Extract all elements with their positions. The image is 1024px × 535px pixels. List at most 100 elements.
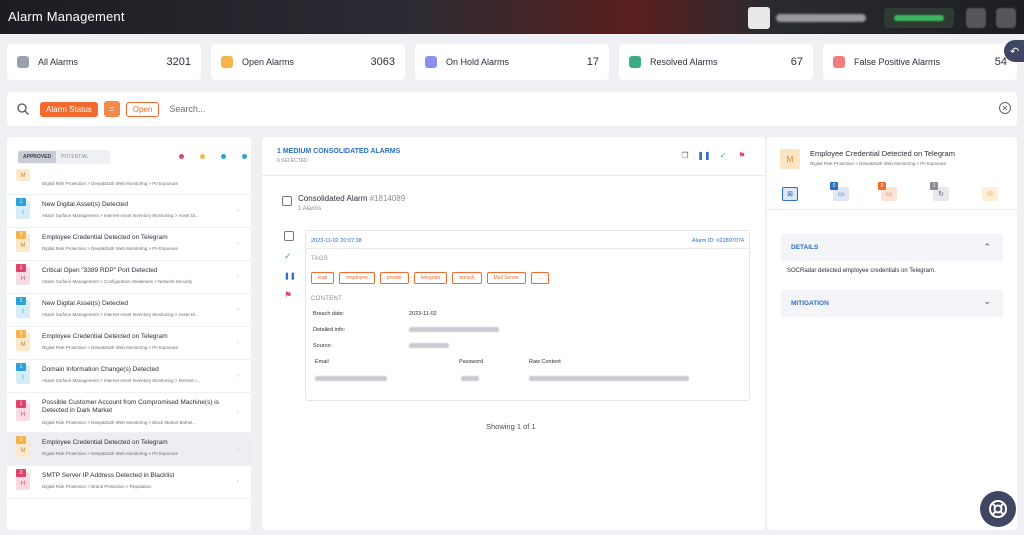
details-accordion[interactable]: DETAILS ⌃: [781, 234, 1003, 261]
top-bar: Alarm Management: [0, 0, 1024, 34]
tag[interactable]: telegram: [413, 272, 448, 284]
chevron-right-icon: ›: [237, 208, 239, 214]
tag[interactable]: private: [379, 272, 409, 284]
alarm-path: Digital Risk Protection > Brand Protecti…: [42, 484, 152, 489]
list-item-selected[interactable]: M 1 Employee Credential Detected on Tele…: [7, 433, 251, 466]
comment-count-badge: 0: [830, 182, 838, 190]
severity-dot-medium[interactable]: [200, 154, 205, 159]
alarm-title: SMTP Server IP Address Detected in Black…: [42, 472, 175, 479]
column-header-password: Password: [459, 359, 484, 365]
chevron-right-icon: ›: [237, 446, 239, 452]
source-row: Source:: [313, 343, 449, 349]
false-positive-icon[interactable]: ⚑: [284, 290, 296, 301]
stat-on-hold-alarms[interactable]: On Hold Alarms 17: [415, 44, 609, 80]
list-item[interactable]: M 5 Employee Credential Detected on Tele…: [7, 327, 251, 360]
alarm-path: Digital Risk Protection > Deep&Dark Web …: [42, 181, 178, 186]
severity-dot-low[interactable]: [221, 154, 226, 159]
stat-count: 67: [790, 56, 803, 68]
content-label: CONTENT: [311, 296, 343, 302]
user-name-redacted: [776, 14, 866, 22]
status-swatch-icon: [425, 56, 437, 68]
detailed-info-row: Detailed info:: [313, 327, 499, 333]
severity-dot-info[interactable]: [242, 154, 247, 159]
details-icon[interactable]: ⊠: [782, 187, 798, 201]
resolve-check-icon[interactable]: ✓: [718, 150, 728, 160]
alarm-path: Digital Risk Protection > Deep&Dark Web …: [42, 246, 178, 251]
alarm-title: New Digital Asset(s) Detected: [42, 201, 128, 208]
filter-value-chip[interactable]: Open: [125, 101, 160, 117]
consolidated-alarm-panel: 1 MEDIUM CONSOLIDATED ALARMS 0 SELECTED …: [262, 137, 765, 530]
selected-count: 0 SELECTED: [277, 158, 308, 164]
help-lifebuoy-icon[interactable]: [980, 491, 1016, 527]
stat-label: All Alarms: [38, 57, 79, 67]
severity-dot-high[interactable]: [179, 154, 184, 159]
consolidated-count: 1 Alarms: [298, 206, 322, 212]
filter-field-chip[interactable]: Alarm Status: [40, 101, 98, 117]
profile-icon[interactable]: [996, 8, 1016, 28]
severity-badge: M: [16, 169, 30, 181]
row-checkbox[interactable]: [284, 231, 294, 241]
count-badge: 1: [16, 436, 26, 444]
stat-all-alarms[interactable]: All Alarms 3201: [7, 44, 201, 80]
list-item[interactable]: H 1 Possible Customer Account from Compr…: [7, 393, 251, 433]
count-badge: 1: [16, 400, 26, 408]
status-swatch-icon: [833, 56, 845, 68]
list-item[interactable]: H 1 Critical Open "3389 RDP" Port Detect…: [7, 261, 251, 294]
list-item[interactable]: I 1 New Digital Asset(s) Detected Attack…: [7, 195, 251, 228]
tag[interactable]: breach: [452, 272, 482, 284]
tag[interactable]: employee: [339, 272, 375, 284]
stat-resolved-alarms[interactable]: Resolved Alarms 67: [619, 44, 813, 80]
approval-toggle: APPROVED POTENTIAL: [18, 150, 110, 164]
more-tags-button[interactable]: ...: [530, 272, 550, 284]
breach-date-row: Breach date: 2023-11-02: [313, 311, 437, 317]
tags-label: TAGS: [311, 256, 329, 262]
list-item[interactable]: I 1 Domain Information Change(s) Detecte…: [7, 360, 251, 393]
list-item[interactable]: M 2 Employee Credential Detected on Tele…: [7, 228, 251, 261]
stat-label: Open Alarms: [242, 57, 295, 67]
divider: [306, 248, 751, 249]
status-swatch-icon: [629, 56, 641, 68]
alarm-title: Possible Customer Account from Compromis…: [42, 399, 220, 414]
tag[interactable]: leak: [311, 272, 335, 284]
clear-search-icon[interactable]: ✕: [999, 102, 1011, 114]
status-swatch-icon: [221, 56, 233, 68]
undo-icon[interactable]: ↶: [1004, 40, 1024, 62]
stat-count: 17: [586, 56, 599, 68]
email-value-redacted: [315, 376, 387, 381]
status-text-redacted: [894, 15, 944, 21]
status-indicator[interactable]: [884, 8, 954, 28]
stat-open-alarms[interactable]: Open Alarms 3063: [211, 44, 405, 80]
list-item[interactable]: H 2 SMTP Server IP Address Detected in B…: [7, 466, 251, 499]
pause-icon[interactable]: ❚❚: [697, 150, 710, 160]
false-positive-icon[interactable]: ⚑: [737, 150, 747, 160]
history-icon[interactable]: ↻ 1: [930, 182, 949, 201]
filter-operator-chip[interactable]: =: [103, 101, 120, 117]
chevron-right-icon: ›: [237, 307, 239, 313]
list-item[interactable]: I 1 New Digital Asset(s) Detected Attack…: [7, 294, 251, 327]
pause-icon[interactable]: ❚❚: [284, 272, 296, 280]
stat-count: 54: [994, 56, 1007, 68]
resolve-check-icon[interactable]: ✓: [284, 251, 296, 262]
field-label: Detailed info:: [313, 327, 346, 333]
list-item[interactable]: M Digital Risk Protection > Deep&Dark We…: [7, 169, 251, 195]
search-input[interactable]: Search...: [169, 104, 205, 114]
copy-icon[interactable]: ❐: [680, 150, 690, 160]
apps-icon[interactable]: [966, 8, 986, 28]
user-menu[interactable]: [748, 7, 872, 29]
mitigation-accordion[interactable]: MITIGATION ⌄: [781, 290, 1003, 317]
lifebuoy-icon: [989, 500, 1007, 518]
mail-icon[interactable]: ✉: [982, 187, 998, 201]
select-all-checkbox[interactable]: [282, 196, 292, 206]
chevron-right-icon: ›: [237, 274, 239, 280]
detail-path: Digital Risk Protection > Deep&Dark Web …: [810, 161, 946, 166]
detail-title: Employee Credential Detected on Telegram: [810, 149, 955, 158]
divider: [767, 209, 1017, 210]
tab-approved[interactable]: APPROVED: [18, 151, 57, 163]
comment-icon[interactable]: ▭ 0: [830, 182, 849, 201]
history-count-badge: 1: [930, 182, 938, 190]
raw-content-redacted: [529, 376, 689, 381]
tab-potential[interactable]: POTENTIAL: [56, 151, 94, 163]
stat-false-positive-alarms[interactable]: False Positive Alarms 54: [823, 44, 1017, 80]
chat-icon[interactable]: ▭ 0: [878, 182, 897, 201]
tag[interactable]: Mail Server: [486, 272, 526, 284]
